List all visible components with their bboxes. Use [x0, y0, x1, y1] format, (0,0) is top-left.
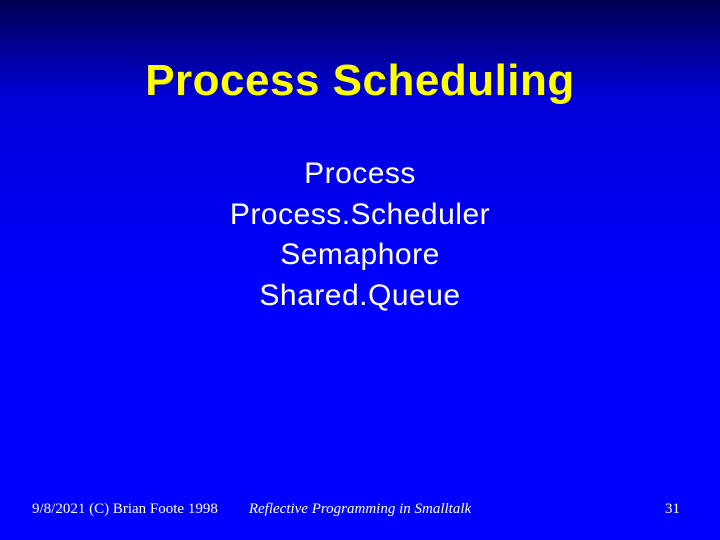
list-item: Semaphore	[0, 235, 720, 276]
slide-title: Process Scheduling	[0, 0, 720, 106]
slide: Process Scheduling Process Process.Sched…	[0, 0, 720, 540]
footer-presentation-title: Reflective Programming in Smalltalk	[0, 501, 720, 518]
footer-page-number: 31	[665, 501, 680, 518]
list-item: Shared.Queue	[0, 276, 720, 317]
list-item: Process	[0, 154, 720, 195]
list-item: Process.Scheduler	[0, 195, 720, 236]
footer: 9/8/2021 (C) Brian Foote 1998 Reflective…	[0, 494, 720, 518]
body-list: Process Process.Scheduler Semaphore Shar…	[0, 154, 720, 316]
